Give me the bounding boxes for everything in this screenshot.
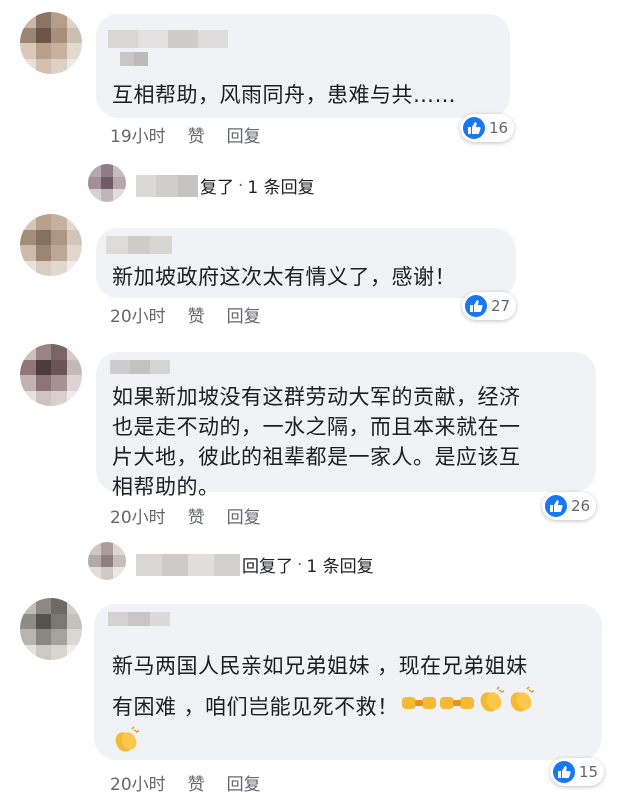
like-link[interactable]: 赞 [188,122,205,147]
replier-avatar[interactable] [88,542,126,580]
commenter-name-blurred[interactable] [106,236,172,254]
commenter-avatar[interactable] [20,214,82,276]
clapping-hands-emoji [477,686,505,727]
reaction-count[interactable]: 27 [462,292,517,320]
comment-line: 互相帮助，风雨同舟，患难与共…… [112,83,456,107]
like-link[interactable]: 赞 [188,302,205,327]
reply-summary[interactable]: 复了 · 1 条回复 [136,173,315,198]
commenter-name-blurred[interactable] [108,612,170,626]
comment-actions: 20小时 赞 回复 [110,302,283,327]
clapping-hands-emoji [112,726,140,758]
comment-line: 新加坡政府这次太有情义了，感谢！ [112,265,456,289]
reply-separator: · [297,554,303,575]
comment-time[interactable]: 20小时 [110,770,166,795]
reaction-count[interactable]: 16 [460,114,515,142]
thumbs-up-icon [465,295,487,317]
comment-actions: 20小时 赞 回复 [110,503,283,528]
reaction-number: 16 [489,119,509,137]
reaction-count[interactable]: 26 [542,492,597,520]
replier-name-blurred [136,553,240,576]
reaction-number: 27 [491,297,511,315]
thumbs-up-icon [463,117,485,139]
reply-link[interactable]: 回复 [227,503,261,528]
comment-line: 如果新加坡没有这群劳动大军的贡献，经济 [112,385,521,409]
thumbs-up-icon [545,495,567,517]
comment-text: 如果新加坡没有这群劳动大军的贡献，经济 也是走不动的，一水之隔，而且本来就在一 … [112,382,521,502]
commenter-name-blurred-2 [120,52,148,66]
reply-summary[interactable]: 回复了 · 1 条回复 [136,552,374,577]
fist-bump-emoji [401,687,437,727]
comment-text: 新马两国人民亲如兄弟姐妹 ，现在兄弟姐妹 有困难 ，咱们岂能见死不救！ [112,646,535,727]
replier-name-blurred [136,174,198,197]
comment-actions: 19小时 赞 回复 [110,122,283,147]
clapping-hands-emoji [507,686,535,727]
comment-time[interactable]: 20小时 [110,503,166,528]
comment-line-with-emoji: 有困难 ，咱们岂能见死不救！ [112,686,535,727]
comment-line: 新马两国人民亲如兄弟姐妹 ，现在兄弟姐妹 [112,654,528,678]
comment-actions: 20小时 赞 回复 [110,770,283,795]
comment-time[interactable]: 20小时 [110,302,166,327]
reply-text: 复了 [200,178,234,198]
comment-line: 相帮助的。 [112,475,220,499]
reaction-number: 26 [571,497,591,515]
reply-separator: · [238,175,244,196]
like-link[interactable]: 赞 [188,503,205,528]
like-link[interactable]: 赞 [188,770,205,795]
reply-link[interactable]: 回复 [227,122,261,147]
reply-text: 回复了 [242,557,293,577]
commenter-avatar[interactable] [20,598,82,660]
comment-line: 也是走不动的，一水之隔，而且本来就在一 [112,415,521,439]
reaction-number: 15 [579,763,599,781]
reply-count[interactable]: 1 条回复 [306,552,373,577]
commenter-name-blurred[interactable] [110,360,170,374]
comment-text: 新加坡政府这次太有情义了，感谢！ [112,262,456,292]
reply-link[interactable]: 回复 [227,302,261,327]
reaction-count[interactable]: 15 [550,758,605,786]
reply-count[interactable]: 1 条回复 [247,173,314,198]
thumbs-up-icon [553,761,575,783]
reply-link[interactable]: 回复 [227,770,261,795]
comment-line: 有困难 ，咱们岂能见死不救！ [112,694,399,719]
commenter-avatar[interactable] [20,12,82,74]
fist-bump-emoji [439,687,475,727]
replier-avatar[interactable] [88,164,126,202]
comment-line: 片大地，彼此的祖辈都是一家人。是应该互 [112,445,521,469]
commenter-name-blurred[interactable] [108,30,228,48]
comment-time[interactable]: 19小时 [110,122,166,147]
commenter-avatar[interactable] [20,344,82,406]
comment-text: 互相帮助，风雨同舟，患难与共…… [112,80,456,110]
